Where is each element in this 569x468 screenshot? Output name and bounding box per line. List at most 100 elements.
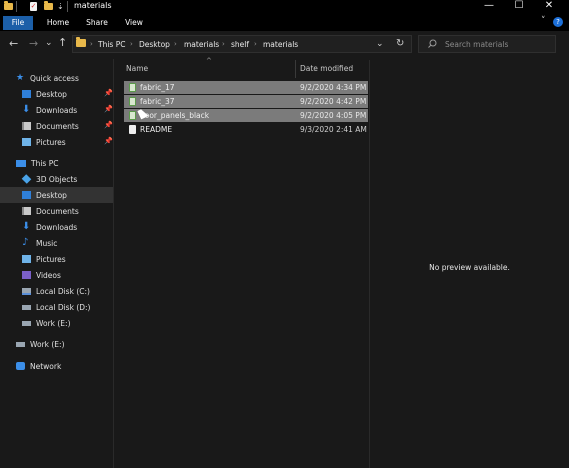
sidebar-item-desktop-quick[interactable]: Desktop — [22, 87, 67, 101]
pictures-icon — [22, 138, 31, 146]
image-file-icon — [129, 111, 136, 120]
sidebar-item-pictures[interactable]: Pictures — [22, 252, 66, 266]
drive-icon — [16, 341, 25, 347]
image-file-icon — [129, 83, 136, 92]
sidebar-item-local-disk-d[interactable]: Local Disk (D:) — [22, 300, 90, 314]
maximize-button[interactable]: ☐ — [504, 0, 534, 14]
pin-icon[interactable]: 📌 — [104, 105, 113, 113]
file-name: fabric_17 — [140, 83, 175, 92]
tab-home[interactable]: Home — [42, 16, 74, 30]
search-icon — [428, 39, 437, 50]
file-date: 9/3/2020 2:41 AM — [300, 125, 367, 134]
expand-ribbon-icon[interactable]: ˅ — [541, 16, 546, 26]
sidebar-this-pc[interactable]: This PC — [16, 156, 58, 170]
file-date: 9/2/2020 4:42 PM — [300, 97, 367, 106]
breadcrumb-materials-current[interactable]: materials — [263, 40, 298, 49]
breadcrumb-materials[interactable]: materials — [184, 40, 219, 49]
folder-icon — [4, 1, 13, 10]
sidebar-item-3d-objects[interactable]: 3D Objects — [21, 172, 77, 186]
window-title: materials — [74, 1, 112, 10]
properties-icon[interactable]: ✓ — [30, 2, 37, 11]
back-button[interactable]: ← — [9, 38, 18, 50]
sidebar-item-desktop[interactable]: Desktop — [22, 188, 67, 202]
sidebar-item-downloads[interactable]: ⬇ Downloads — [22, 220, 77, 234]
tab-file[interactable]: File — [3, 16, 33, 30]
forward-button[interactable]: → — [29, 38, 38, 50]
preview-message: No preview available. — [429, 263, 510, 272]
sidebar-network[interactable]: Network — [16, 359, 61, 373]
sidebar-item-label: Music — [36, 238, 58, 248]
search-placeholder: Search materials — [445, 40, 509, 49]
sidebar-item-music[interactable]: ♪ Music — [22, 236, 57, 250]
up-button[interactable]: ↑ — [58, 37, 67, 49]
file-row[interactable]: README 9/3/2020 2:41 AM — [124, 123, 368, 136]
file-row[interactable]: fabric_17 9/2/2020 4:34 PM — [124, 81, 368, 94]
sidebar-item-label: Downloads — [36, 105, 78, 115]
sidebar-item-label: Videos — [36, 270, 61, 280]
sort-indicator-icon: ^ — [206, 57, 212, 65]
sidebar-item-documents[interactable]: Documents — [22, 204, 79, 218]
drive-icon — [22, 287, 31, 295]
image-file-icon — [129, 97, 136, 106]
file-date: 9/2/2020 4:05 PM — [300, 111, 367, 120]
drive-icon — [22, 320, 31, 326]
column-header-name[interactable]: Name — [126, 64, 148, 73]
videos-icon — [22, 271, 31, 279]
file-row[interactable]: floor_panels_black 9/2/2020 4:05 PM — [124, 109, 368, 122]
pin-icon[interactable]: 📌 — [104, 137, 113, 145]
documents-icon — [22, 122, 31, 130]
desktop-icon — [22, 90, 31, 98]
tab-share[interactable]: Share — [82, 16, 112, 30]
sidebar-item-label: Documents — [36, 121, 79, 131]
file-name: fabric_37 — [140, 97, 175, 106]
pane-divider[interactable] — [113, 59, 114, 468]
sidebar-item-label: Documents — [36, 206, 79, 216]
sidebar-item-work-e[interactable]: Work (E:) — [22, 316, 71, 330]
sidebar-item-label: Local Disk (D:) — [36, 302, 91, 312]
3d-objects-icon — [21, 174, 32, 184]
column-divider[interactable] — [295, 60, 296, 78]
breadcrumb-desktop[interactable]: Desktop — [139, 40, 170, 49]
sidebar-work-drive[interactable]: Work (E:) — [16, 337, 65, 351]
sidebar-item-label: Local Disk (C:) — [36, 286, 90, 296]
drive-icon — [22, 304, 31, 310]
column-header-date-modified[interactable]: Date modified — [300, 64, 353, 73]
sidebar-item-label: Desktop — [36, 190, 67, 200]
file-date: 9/2/2020 4:34 PM — [300, 83, 367, 92]
breadcrumb-this-pc[interactable]: This PC — [98, 40, 125, 49]
desktop-icon — [22, 191, 31, 199]
computer-icon — [16, 159, 26, 167]
help-icon[interactable]: ? — [553, 17, 563, 27]
tab-view[interactable]: View — [120, 16, 148, 30]
sidebar-item-label: Desktop — [36, 89, 67, 99]
customize-dropdown-icon[interactable]: ⇣ — [57, 2, 64, 11]
breadcrumb-shelf[interactable]: shelf — [231, 40, 249, 49]
recent-locations-button[interactable]: ⌄ — [45, 37, 53, 49]
sidebar-item-local-disk-c[interactable]: Local Disk (C:) — [22, 284, 90, 298]
sidebar-item-label: Network — [30, 361, 62, 371]
address-dropdown-button[interactable]: ⌄ — [376, 38, 384, 50]
title-divider — [67, 1, 68, 12]
pin-icon[interactable]: 📌 — [104, 89, 113, 97]
file-row[interactable]: fabric_37 9/2/2020 4:42 PM — [124, 95, 368, 108]
sidebar-item-pictures-quick[interactable]: Pictures — [22, 135, 66, 149]
sidebar-item-documents-quick[interactable]: Documents — [22, 119, 79, 133]
close-button[interactable]: ✕ — [534, 0, 564, 14]
pictures-icon — [22, 255, 31, 263]
new-folder-icon[interactable] — [44, 1, 53, 10]
sidebar-item-label: Pictures — [36, 137, 66, 147]
refresh-button[interactable]: ↻ — [396, 38, 404, 50]
music-icon: ♪ — [22, 237, 29, 248]
documents-icon — [22, 207, 31, 215]
file-name: README — [140, 125, 173, 134]
folder-icon — [76, 37, 86, 47]
minimize-button[interactable]: — — [474, 0, 504, 14]
sidebar-item-downloads-quick[interactable]: ⬇ Downloads — [22, 103, 77, 117]
pin-icon[interactable]: 📌 — [104, 121, 113, 129]
sidebar-quick-access[interactable]: ★ Quick access — [16, 71, 79, 85]
downloads-icon: ⬇ — [22, 221, 31, 232]
text-file-icon — [129, 125, 136, 134]
network-icon — [16, 362, 25, 370]
sidebar-item-videos[interactable]: Videos — [22, 268, 61, 282]
breadcrumb-separator: › — [222, 40, 225, 48]
